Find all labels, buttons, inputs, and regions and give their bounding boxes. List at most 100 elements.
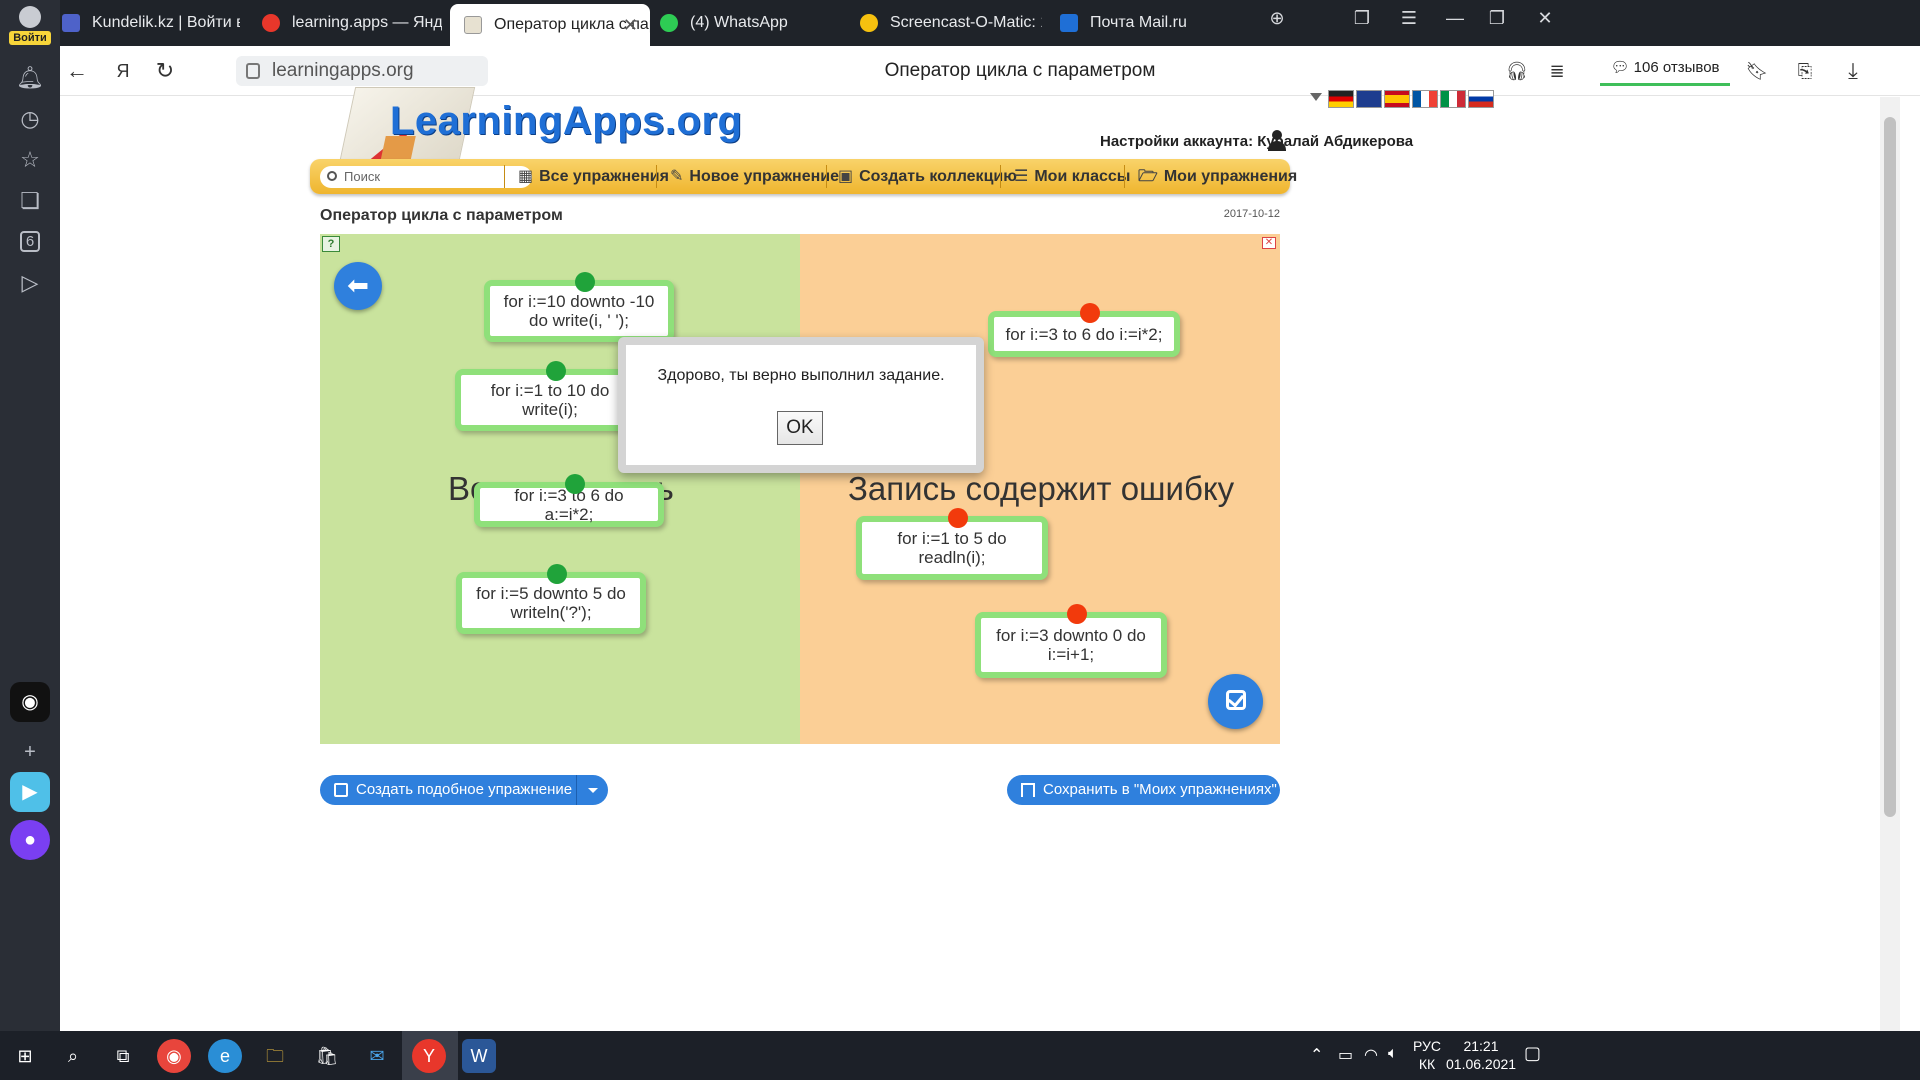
search-icon <box>327 171 337 181</box>
tab-yandex-search[interactable]: learning.apps — Яндекс: н <box>262 6 442 40</box>
save-to-my-exercises-button[interactable]: Сохранить в "Моих упражнениях" <box>1007 775 1280 805</box>
reviews-button[interactable]: 💬︎ 106 отзывов <box>1600 54 1730 86</box>
search-icon[interactable]: ⌕ <box>56 1039 90 1073</box>
wifi-icon[interactable]: ◠ <box>1364 1045 1378 1080</box>
yandex-browser-icon[interactable]: Y <box>412 1039 446 1073</box>
alice-camera-icon[interactable]: ◉ <box>10 682 50 722</box>
dialog-message: Здорово, ты верно выполнил задание. <box>657 367 945 384</box>
translate-icon[interactable]: ⎘ <box>1790 56 1820 86</box>
browser-tab-bar: Kundelik.kz | Войти в Kundelik learning.… <box>0 0 1920 46</box>
flag-fr-icon[interactable] <box>1412 90 1438 108</box>
close-window-icon[interactable]: ✕ <box>1530 8 1560 29</box>
bookmark-icon[interactable]: 🔖︎ <box>1742 56 1772 86</box>
messenger-icon[interactable]: ▶ <box>10 772 50 812</box>
flag-gb-icon[interactable] <box>1356 90 1382 108</box>
edge-icon[interactable]: e <box>208 1039 242 1073</box>
card-error-1[interactable]: for i:=3 to 6 do i:=i*2; <box>988 303 1180 357</box>
new-tab-icon[interactable]: ⊕ <box>1262 8 1292 29</box>
user-icon[interactable] <box>1267 130 1287 152</box>
caret-down-icon <box>588 788 598 793</box>
store-icon[interactable]: 🛍︎ <box>310 1039 344 1073</box>
nav-create-collection[interactable]: ▣ Создать коллекцию <box>838 159 1017 194</box>
tab-screencast[interactable]: Screencast-O-Matic: 188 в <box>860 6 1042 40</box>
account-settings-link[interactable]: Настройки аккаунта: Куралай Абдикерова <box>1100 133 1413 150</box>
add-panel-icon[interactable]: + <box>10 732 50 772</box>
card-correct-3[interactable]: for i:=3 to 6 do a:=i*2; <box>474 474 664 527</box>
download-icon[interactable]: ⤓ <box>1838 56 1868 86</box>
fullscreen-icon[interactable]: ✕ <box>1262 237 1276 249</box>
scrollbar-thumb[interactable] <box>1884 117 1896 817</box>
zen-six-icon[interactable]: 6 <box>15 227 45 257</box>
tabs-overview-icon[interactable]: ❐ <box>1347 8 1377 29</box>
chrome-icon[interactable]: ◉ <box>157 1039 191 1073</box>
nav-new-exercise[interactable]: ✎ Новое упражнение <box>670 159 839 194</box>
clock[interactable]: 21:21 01.06.2021 <box>1446 1037 1516 1080</box>
exercise-title: Оператор цикла с параметром <box>320 207 563 224</box>
create-similar-button[interactable]: Создать подобное упражнение <box>320 775 608 805</box>
file-explorer-icon[interactable]: 🗀︎ <box>258 1039 292 1073</box>
back-arrow-icon[interactable]: ← <box>62 56 92 86</box>
browser-sidebar: Войти 🔔︎ ◷ ☆ ❏ 6 ▷ ◉ + ▶ ● <box>0 0 60 1031</box>
windows-start-icon[interactable]: ⊞ <box>8 1039 42 1073</box>
bookmarks-star-icon[interactable]: ☆ <box>15 145 45 175</box>
card-error-3[interactable]: for i:=3 downto 0 do i:=i+1; <box>975 604 1167 678</box>
site-logo[interactable]: LearningApps.org <box>390 99 742 144</box>
volume-icon[interactable]: 🔈︎ <box>1388 1045 1398 1080</box>
reader-mode-icon[interactable]: ≣ <box>1542 56 1572 86</box>
yandex-logo-icon[interactable]: Я <box>108 56 138 86</box>
mail-app-icon[interactable]: ✉ <box>360 1039 394 1073</box>
flag-de-icon[interactable] <box>1328 90 1354 108</box>
flag-ru-icon[interactable] <box>1468 90 1494 108</box>
screencast-icon <box>860 13 878 32</box>
nav-my-classes[interactable]: ☰ Мои классы <box>1014 159 1130 194</box>
login-button[interactable]: Войти <box>8 6 52 50</box>
bell-icon[interactable]: 🔔︎ <box>15 63 45 93</box>
back-button[interactable]: ⬅ <box>334 262 382 310</box>
tab-active-learningapps[interactable]: Оператор цикла с пар ✕ <box>450 4 650 46</box>
history-clock-icon[interactable]: ◷ <box>15 104 45 134</box>
pin-error-icon <box>948 508 968 528</box>
ok-button[interactable]: OK <box>777 411 823 445</box>
alice-icon[interactable]: ● <box>10 820 50 860</box>
flag-es-icon[interactable] <box>1384 90 1410 108</box>
pin-error-icon <box>1080 303 1100 323</box>
create-options-dropdown[interactable] <box>576 775 608 805</box>
tray-expand-icon[interactable]: ⌃ <box>1310 1045 1323 1080</box>
minimize-icon[interactable]: — <box>1440 8 1470 29</box>
search-input[interactable]: Поиск <box>320 166 532 188</box>
kundelik-icon <box>62 13 80 32</box>
windows-taskbar: ⊞ ⌕ ⧉ ◉ e 🗀︎ 🛍︎ ✉ Y W ⌃ ▭ ◠ 🔈︎ РУС КК 21… <box>0 1031 1920 1080</box>
language-dropdown-icon[interactable] <box>1310 93 1322 101</box>
site-navbar: Поиск ▦ Все упражнения ✎ Новое упражнение … <box>310 159 1297 194</box>
tab-whatsapp[interactable]: (4) WhatsApp <box>660 6 840 40</box>
card-correct-1[interactable]: for i:=10 downto -10 do write(i, ' '); <box>484 272 674 342</box>
play-icon[interactable]: ▷ <box>15 268 45 298</box>
tab-kundelik[interactable]: Kundelik.kz | Войти в Kundelik <box>62 6 240 40</box>
success-dialog: Здорово, ты верно выполнил задание. OK <box>618 337 984 473</box>
close-tab-icon[interactable]: ✕ <box>623 4 638 46</box>
help-icon[interactable]: ? <box>322 236 340 252</box>
input-language[interactable]: РУС КК <box>1410 1037 1444 1080</box>
reload-icon[interactable]: ↻ <box>150 56 180 86</box>
task-view-icon[interactable]: ⧉ <box>106 1039 140 1073</box>
word-icon[interactable]: W <box>462 1039 496 1073</box>
nav-all-exercises[interactable]: ▦ Все упражнения <box>518 159 669 194</box>
page-scrollbar[interactable] <box>1880 97 1900 1031</box>
collections-icon[interactable]: ❏ <box>15 186 45 216</box>
yandex-icon <box>262 13 280 32</box>
mail-icon <box>1060 13 1078 32</box>
address-bar[interactable]: learningapps.org <box>236 56 488 86</box>
menu-icon[interactable]: ☰ <box>1394 8 1424 29</box>
restore-icon[interactable]: ❐ <box>1482 8 1512 29</box>
nav-my-exercises[interactable]: 🗁︎ Мои упражнения <box>1138 159 1297 194</box>
battery-icon[interactable]: ▭ <box>1338 1045 1353 1080</box>
card-error-2[interactable]: for i:=1 to 5 do readln(i); <box>856 508 1048 580</box>
folder-icon: 🗁︎ <box>1138 168 1158 185</box>
card-correct-4[interactable]: for i:=5 downto 5 do writeln('?'); <box>456 564 646 634</box>
tab-mail[interactable]: Почта Mail.ru <box>1060 6 1240 40</box>
headphones-icon[interactable]: 🎧︎ <box>1502 56 1532 86</box>
check-answers-button[interactable] <box>1208 674 1263 729</box>
notifications-icon[interactable]: ▢ <box>1524 1043 1541 1080</box>
card-correct-2[interactable]: for i:=1 to 10 do write(i); <box>455 361 645 431</box>
flag-it-icon[interactable] <box>1440 90 1466 108</box>
